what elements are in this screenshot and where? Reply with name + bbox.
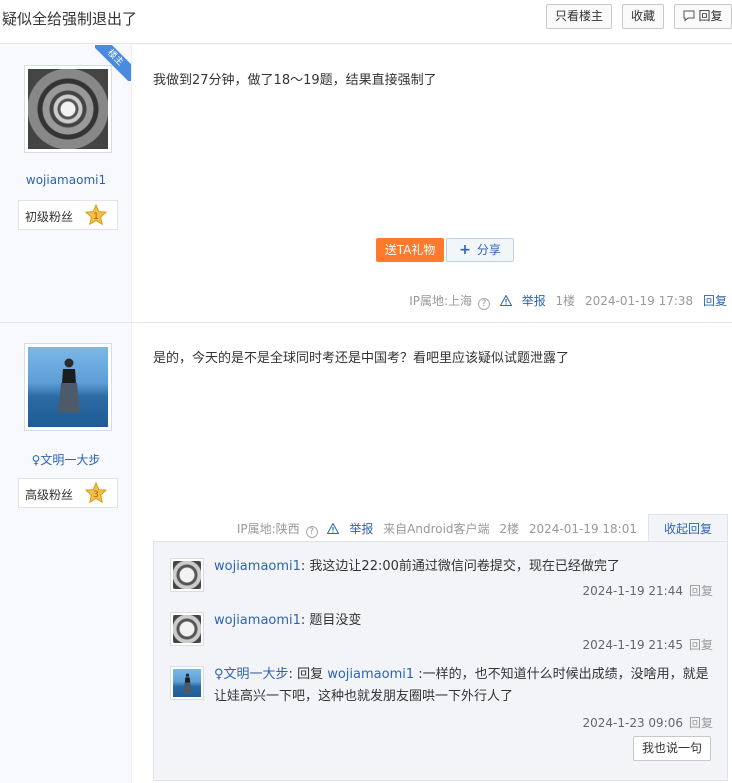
warning-icon [327, 523, 340, 534]
reply-meta: 2024-1-23 09:06 回复 [582, 714, 713, 731]
reply-avatar[interactable] [170, 612, 204, 646]
post-content: 是的，今天的是不是全球同时考还是中国考？看吧里应该疑似试题泄露了 [153, 351, 570, 366]
plus-icon: + [459, 242, 471, 258]
floor-number: 2楼 [499, 522, 520, 536]
warning-icon [499, 295, 512, 306]
reply-to-user[interactable]: wojiamaomi1 [327, 667, 414, 682]
only-op-button[interactable]: 只看楼主 [546, 4, 612, 29]
reply-list: wojiamaomi1: 我这边让22:00前通过微信问卷提交，现在已经做完了 … [153, 541, 728, 781]
thread-title: 疑似全给强制退出了 [2, 10, 138, 28]
favorite-button[interactable]: 收藏 [622, 4, 664, 29]
post-time: 2024-01-19 17:38 [585, 294, 694, 308]
reply-time: 2024-1-19 21:44 [582, 584, 683, 598]
client-source: 来自Android客户端 [383, 522, 490, 536]
fan-level-badge[interactable]: 初级粉丝 1 [18, 200, 118, 230]
list-item: wojiamaomi1: 我这边让22:00前通过微信问卷提交，现在已经做完了 … [154, 554, 729, 606]
fan-level-badge[interactable]: 高级粉丝 3 [18, 478, 118, 508]
reply-button-label: 回复 [698, 9, 723, 23]
reply-link[interactable]: 回复 [689, 716, 713, 730]
reply-author[interactable]: wojiamaomi1 [214, 613, 301, 628]
ip-location: IP属地:陕西? [231, 522, 318, 538]
post-time: 2024-01-19 18:01 [528, 522, 637, 536]
avatar[interactable] [24, 343, 112, 431]
help-icon[interactable]: ? [478, 298, 491, 310]
comment-icon [683, 10, 695, 22]
author-panel: 楼主 wojiamaomi1 初级粉丝 1 [0, 45, 132, 322]
reply-time: 2024-1-19 21:45 [582, 638, 683, 652]
list-item: ♀文明一大步: 回复 wojiamaomi1 :一样的，也不知道什么时候出成绩，… [154, 662, 729, 732]
report-link[interactable]: 举报 [499, 294, 546, 308]
reply-link[interactable]: 回复 [703, 294, 727, 308]
reply-author[interactable]: wojiamaomi1 [214, 559, 301, 574]
avatar[interactable] [24, 65, 112, 153]
reply-avatar[interactable] [170, 666, 204, 700]
author-panel: ♀文明一大步 高级粉丝 3 [0, 323, 132, 783]
reply-text: wojiamaomi1: 题目没变 [214, 613, 362, 628]
svg-text:3: 3 [93, 490, 99, 500]
post-floor-2: ♀文明一大步 高级粉丝 3 是的，今天的是不是全球同时考还是中国考？看吧里应该疑… [0, 323, 732, 783]
reply-meta: 2024-1-19 21:45 回复 [582, 636, 713, 653]
help-icon[interactable]: ? [305, 526, 318, 538]
username[interactable]: wojiamaomi1 [0, 173, 132, 187]
location-pin-icon: ♀ [214, 667, 224, 682]
share-button[interactable]: + 分享 [446, 238, 514, 262]
reply-avatar[interactable] [170, 558, 204, 592]
post-tail: IP属地:陕西? 举报 来自Android客户端 2楼 2024-01-19 1… [225, 520, 637, 538]
reply-link[interactable]: 回复 [689, 584, 713, 598]
reply-button[interactable]: 回复 [674, 4, 732, 29]
fan-level-label: 初级粉丝 [25, 210, 74, 224]
reply-text: ♀文明一大步: 回复 wojiamaomi1 :一样的，也不知道什么时候出成绩，… [214, 667, 709, 704]
add-comment-button[interactable]: 我也说一句 [633, 736, 711, 761]
send-gift-button[interactable]: 送TA礼物 [376, 238, 444, 262]
star-badge-icon: 1 [85, 204, 107, 226]
reply-meta: 2024-1-19 21:44 回复 [582, 582, 713, 599]
reply-time: 2024-1-23 09:06 [582, 716, 683, 730]
svg-text:1: 1 [93, 212, 99, 222]
post-floor-1: 楼主 wojiamaomi1 初级粉丝 1 我做到27分钟，做了18～19题，结… [0, 45, 732, 323]
ip-location: IP属地:上海? [403, 294, 491, 310]
post-tail: IP属地:上海? 举报 1楼 2024-01-19 17:38 回复 [397, 292, 727, 310]
floor-number: 1楼 [555, 294, 576, 308]
collapse-replies-button[interactable]: 收起回复 [648, 514, 728, 542]
thread-header: 疑似全给强制退出了 只看楼主 收藏 回复 [0, 0, 732, 44]
fan-level-label: 高级粉丝 [25, 488, 74, 502]
person-photo [183, 673, 192, 694]
reply-link[interactable]: 回复 [689, 638, 713, 652]
post-content: 我做到27分钟，做了18～19题，结果直接强制了 [153, 73, 437, 88]
list-item: wojiamaomi1: 题目没变 2024-1-19 21:45 回复 [154, 608, 729, 660]
reply-author[interactable]: ♀文明一大步 [214, 667, 289, 682]
star-badge-icon: 3 [85, 482, 107, 504]
username[interactable]: ♀文明一大步 [0, 451, 132, 468]
reply-text: wojiamaomi1: 我这边让22:00前通过微信问卷提交，现在已经做完了 [214, 559, 620, 574]
report-link[interactable]: 举报 [327, 522, 373, 536]
person-photo [58, 358, 80, 413]
